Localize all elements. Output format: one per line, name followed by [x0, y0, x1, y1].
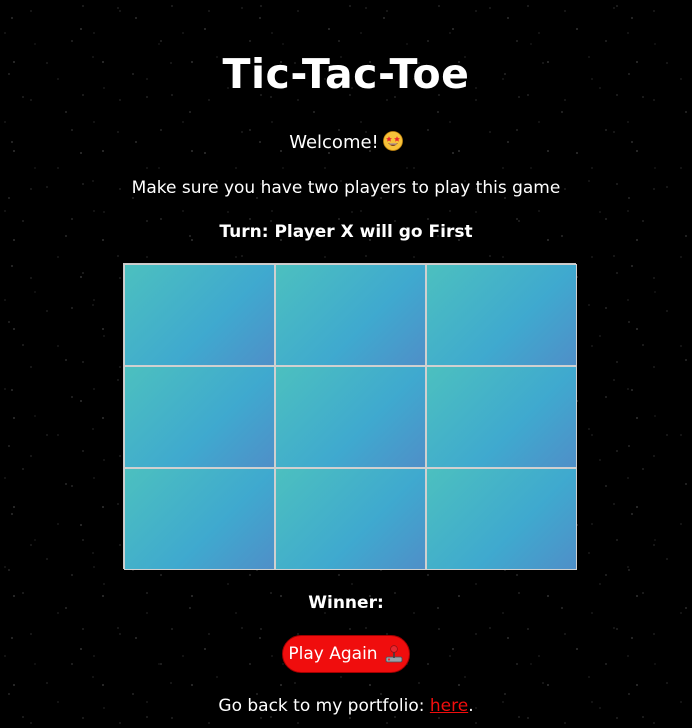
turn-indicator: Turn: Player X will go First — [219, 222, 473, 242]
portfolio-link[interactable]: here — [430, 696, 468, 716]
portfolio-line: Go back to my portfolio: here. — [0, 693, 692, 719]
welcome-message: Welcome! — [0, 130, 692, 156]
star-struck-emoji-icon — [382, 131, 403, 151]
portfolio-text: Go back to my portfolio: — [218, 696, 430, 716]
board-cell-7[interactable] — [124, 468, 275, 570]
page-title: Tic-Tac-Toe — [222, 50, 470, 98]
play-again-button[interactable]: Play Again — [282, 635, 410, 673]
welcome-text: Welcome! — [289, 132, 379, 153]
board-cell-1[interactable] — [124, 264, 275, 366]
play-again-label: Play Again — [288, 644, 378, 664]
board-cell-3[interactable] — [426, 264, 577, 366]
board-cell-9[interactable] — [426, 468, 577, 570]
board-cell-2[interactable] — [275, 264, 426, 366]
board-cell-5[interactable] — [275, 366, 426, 468]
board-cell-6[interactable] — [426, 366, 577, 468]
board-cell-4[interactable] — [124, 366, 275, 468]
winner-label: Winner: — [308, 593, 384, 613]
game-page: Tic-Tac-Toe Welcome! Make sure you have … — [0, 0, 692, 728]
instructions-text: Make sure you have two players to play t… — [131, 178, 561, 198]
joystick-icon — [384, 644, 404, 664]
portfolio-period: . — [468, 696, 474, 716]
game-board — [123, 263, 577, 570]
board-cell-8[interactable] — [275, 468, 426, 570]
